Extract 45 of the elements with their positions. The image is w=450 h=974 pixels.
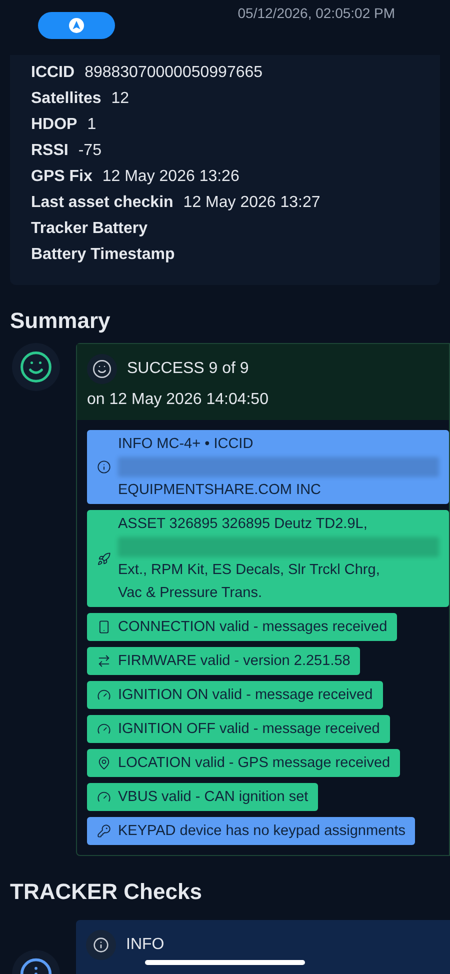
phone-icon <box>97 620 111 634</box>
capture-timestamp: 05/12/2026, 02:05:02 PM <box>238 4 395 23</box>
detail-label: Battery Timestamp <box>31 245 175 265</box>
info-icon <box>86 930 116 960</box>
detail-label: Satellites <box>31 89 102 109</box>
detail-value: -75 <box>78 141 102 161</box>
check-text: Vac & Pressure Trans. <box>118 584 263 603</box>
arrows-icon <box>97 654 111 668</box>
detail-label: ICCID <box>31 63 75 83</box>
gauge-icon <box>97 790 111 804</box>
detail-label: HDOP <box>31 115 78 135</box>
summary-heading: Summary <box>10 307 112 335</box>
check-text: LOCATION valid - GPS message received <box>118 754 390 773</box>
tracker-checks-heading: TRACKER Checks <box>10 878 203 906</box>
detail-label: Last asset checkin <box>31 193 174 213</box>
detail-label: RSSI <box>31 141 68 161</box>
detail-value: 12 May 2026 13:27 <box>183 193 320 213</box>
check-text: INFO MC-4+ • ICCID <box>118 435 254 454</box>
check-text: Ext., RPM Kit, ES Decals, Slr Trckl Chrg, <box>118 561 381 580</box>
check-text: ASSET 326895 326895 Deutz TD2.9L, <box>118 515 368 534</box>
detail-value: 89883070000050997665 <box>84 63 263 83</box>
check-text: EQUIPMENTSHARE.COM INC <box>118 481 322 500</box>
check-text: IGNITION OFF valid - message received <box>118 720 380 739</box>
key-icon <box>97 824 111 838</box>
check-text: CONNECTION valid - messages received <box>118 618 388 637</box>
check-text: FIRMWARE valid - version 2.251.58 <box>118 652 350 671</box>
gauge-icon <box>97 688 111 702</box>
detail-label: GPS Fix <box>31 167 92 187</box>
check-text: KEYPAD device has no keypad assignments <box>118 822 406 841</box>
check-text: VBUS valid - CAN ignition set <box>118 788 308 807</box>
pin-icon <box>97 756 111 770</box>
smiley-icon <box>87 354 117 384</box>
check-text: IGNITION ON valid - message received <box>118 686 373 705</box>
navigation-button[interactable] <box>38 12 115 39</box>
rocket-icon <box>97 552 111 566</box>
detail-value: 12 May 2026 13:26 <box>102 167 240 187</box>
status-date: on 12 May 2026 14:04:50 <box>87 390 270 410</box>
smiley-avatar <box>12 343 60 391</box>
status-text: SUCCESS 9 of 9 <box>127 359 249 379</box>
gauge-icon <box>97 722 111 736</box>
detail-value: 12 <box>111 89 130 109</box>
detail-label: Tracker Battery <box>31 219 148 239</box>
tracker-status: INFO <box>126 935 164 955</box>
detail-value: 1 <box>87 115 96 135</box>
info-icon <box>97 460 111 474</box>
